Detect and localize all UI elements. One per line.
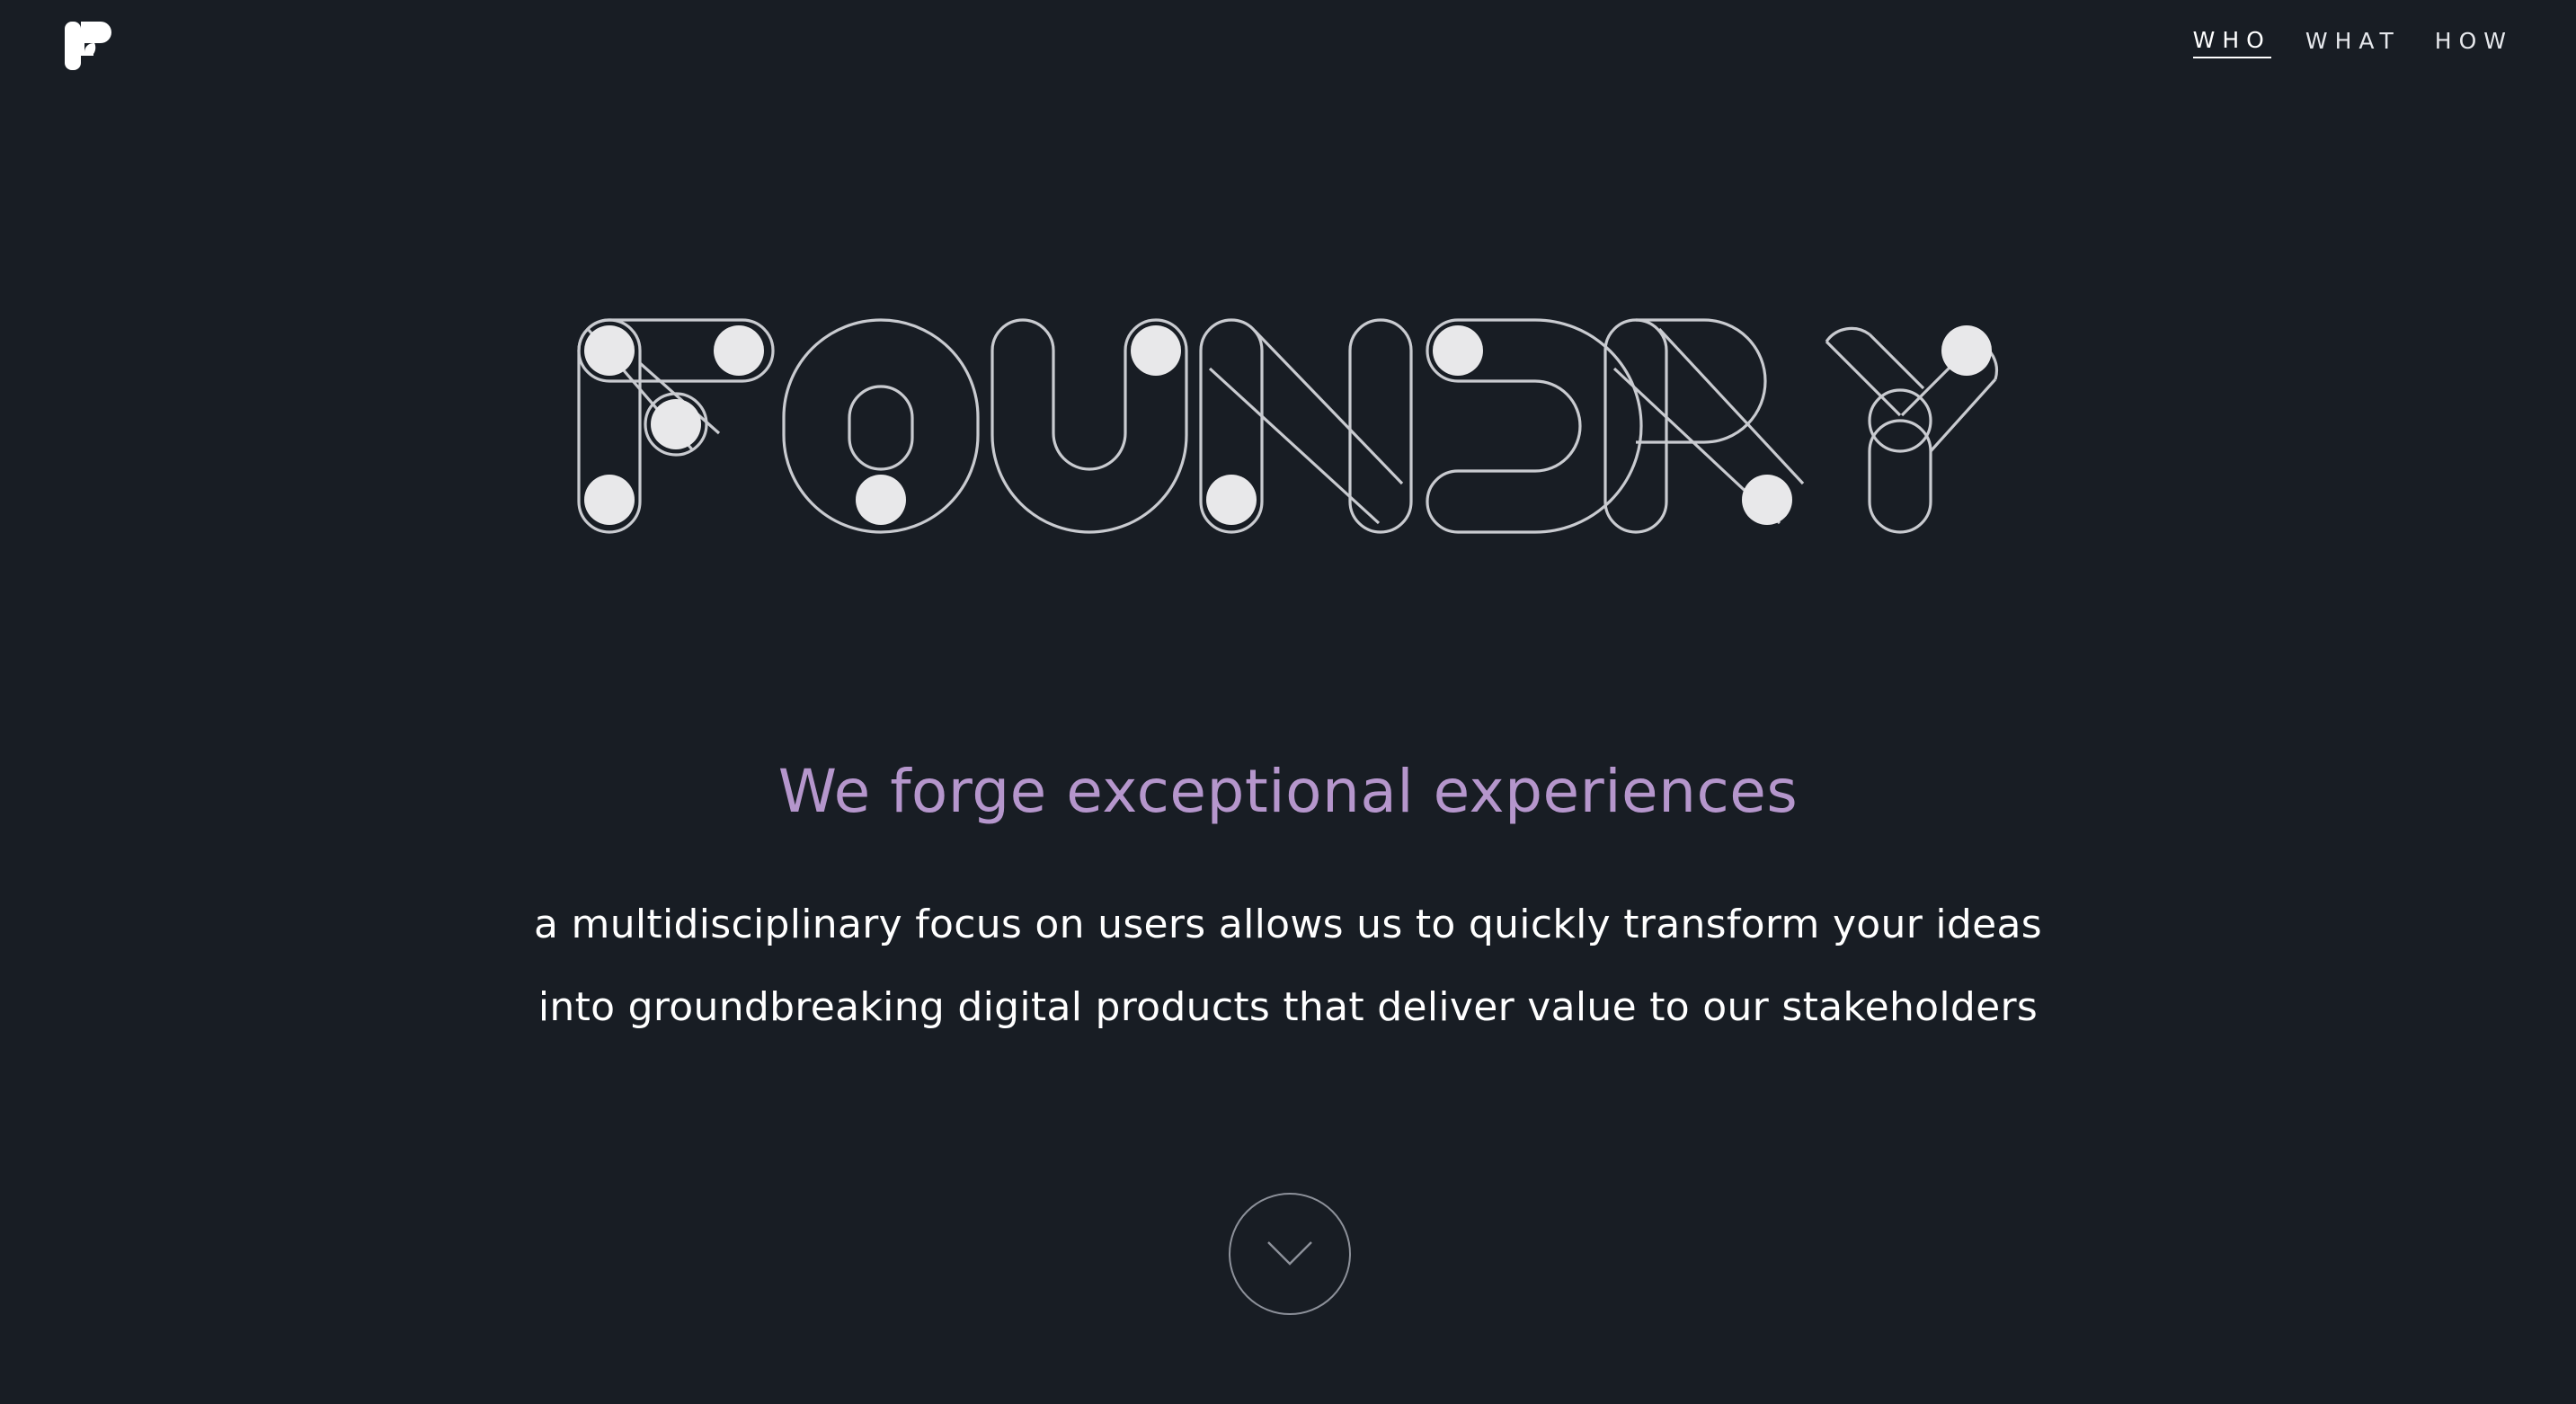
nav-item-what[interactable]: WHAT <box>2305 28 2401 58</box>
wordmark-letter-r <box>1603 318 1805 534</box>
wordmark-letter-f <box>577 318 775 534</box>
nav-item-how[interactable]: HOW <box>2435 28 2513 58</box>
wordmark-letter-o <box>782 318 980 534</box>
hero-tagline: We forge exceptional experiences <box>777 757 1799 826</box>
wordmark-letter-u <box>990 318 1188 534</box>
nav-item-who[interactable]: WHO <box>2192 27 2271 58</box>
scroll-down-button[interactable] <box>1229 1193 1351 1315</box>
wordmark-letter-d <box>1426 318 1643 534</box>
main-nav: WHO WHAT HOW <box>2192 27 2513 58</box>
foundry-logo-icon[interactable] <box>63 22 111 72</box>
chevron-down-icon <box>1267 1241 1312 1266</box>
hero-description-line-2: into groundbreaking digital products tha… <box>537 984 2039 1030</box>
foundry-wordmark-logo <box>577 318 1999 534</box>
wordmark-letter-n <box>1199 318 1413 534</box>
wordmark-letter-y <box>1825 325 1999 534</box>
hero-description-line-1: a multidisciplinary focus on users allow… <box>534 902 2042 947</box>
